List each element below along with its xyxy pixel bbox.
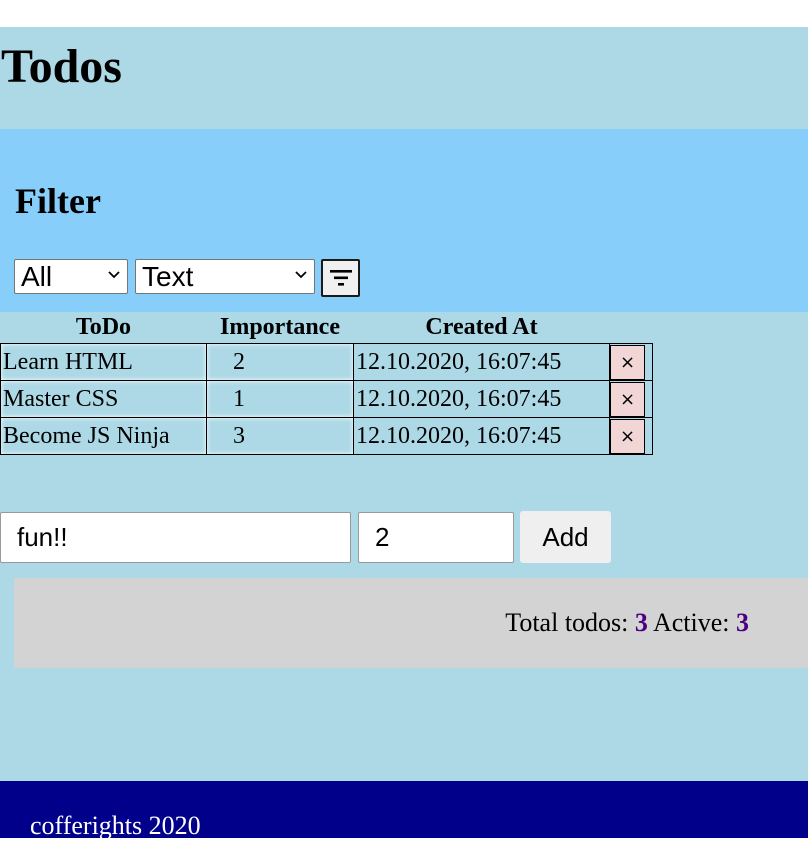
table-row: Learn HTML 2 12.10.2020, 16:07:45 ×: [0, 343, 653, 381]
delete-cell: ×: [609, 380, 653, 418]
delete-cell: ×: [609, 343, 653, 381]
new-todo-importance-input[interactable]: 2: [358, 512, 514, 563]
filter-icon: [329, 270, 352, 286]
column-header-todo: ToDo: [75, 314, 132, 340]
top-strip: [0, 0, 808, 27]
table-header-row: ToDo Importance Created At: [1, 312, 653, 344]
chevron-down-icon: [295, 271, 307, 279]
chevron-down-icon: [108, 271, 120, 279]
delete-button[interactable]: ×: [610, 344, 645, 380]
todo-app: Todos Filter All Text ToDo Importance Cr…: [0, 27, 808, 840]
todo-importance-cell[interactable]: 2: [206, 343, 354, 381]
delete-cell: ×: [609, 417, 653, 455]
delete-button[interactable]: ×: [610, 418, 645, 454]
todo-text-cell[interactable]: Learn HTML: [0, 343, 207, 381]
sort-select[interactable]: Text: [135, 259, 315, 294]
filter-title: Filter: [15, 181, 101, 221]
new-todo-text-input[interactable]: fun!!: [0, 512, 351, 563]
total-count: 3: [634, 608, 648, 637]
table-row: Master CSS 1 12.10.2020, 16:07:45 ×: [0, 380, 653, 418]
footer-text: cofferights 2020: [30, 811, 201, 840]
footer: cofferights 2020: [0, 781, 808, 840]
stats-panel: Total todos: 3 Active: 3: [14, 578, 808, 668]
status-filter-select[interactable]: All: [14, 259, 128, 294]
active-label: Active:: [652, 608, 730, 637]
todo-created-cell: 12.10.2020, 16:07:45: [353, 380, 610, 418]
todo-importance-cell[interactable]: 3: [206, 417, 354, 455]
page-title: Todos: [1, 40, 122, 93]
todo-created-cell: 12.10.2020, 16:07:45: [353, 343, 610, 381]
stats-text: Total todos: 3 Active: 3: [505, 608, 749, 638]
total-label: Total todos:: [505, 608, 629, 637]
todo-table: ToDo Importance Created At Learn HTML 2 …: [0, 312, 653, 455]
todo-text-cell[interactable]: Become JS Ninja: [0, 417, 207, 455]
filter-section: Filter All Text: [0, 129, 808, 312]
add-todo-button[interactable]: Add: [520, 511, 611, 563]
delete-button[interactable]: ×: [610, 381, 645, 417]
active-count: 3: [736, 608, 749, 637]
column-header-created-at: Created At: [425, 314, 538, 340]
column-header-actions: [610, 312, 653, 344]
status-filter-value: All: [21, 260, 53, 292]
column-header-importance: Importance: [220, 314, 340, 340]
table-row: Become JS Ninja 3 12.10.2020, 16:07:45 ×: [0, 417, 653, 455]
todo-importance-cell[interactable]: 1: [206, 380, 354, 418]
todo-text-cell[interactable]: Master CSS: [0, 380, 207, 418]
apply-filter-button[interactable]: [321, 259, 360, 297]
todo-created-cell: 12.10.2020, 16:07:45: [353, 417, 610, 455]
sort-select-value: Text: [142, 260, 194, 292]
